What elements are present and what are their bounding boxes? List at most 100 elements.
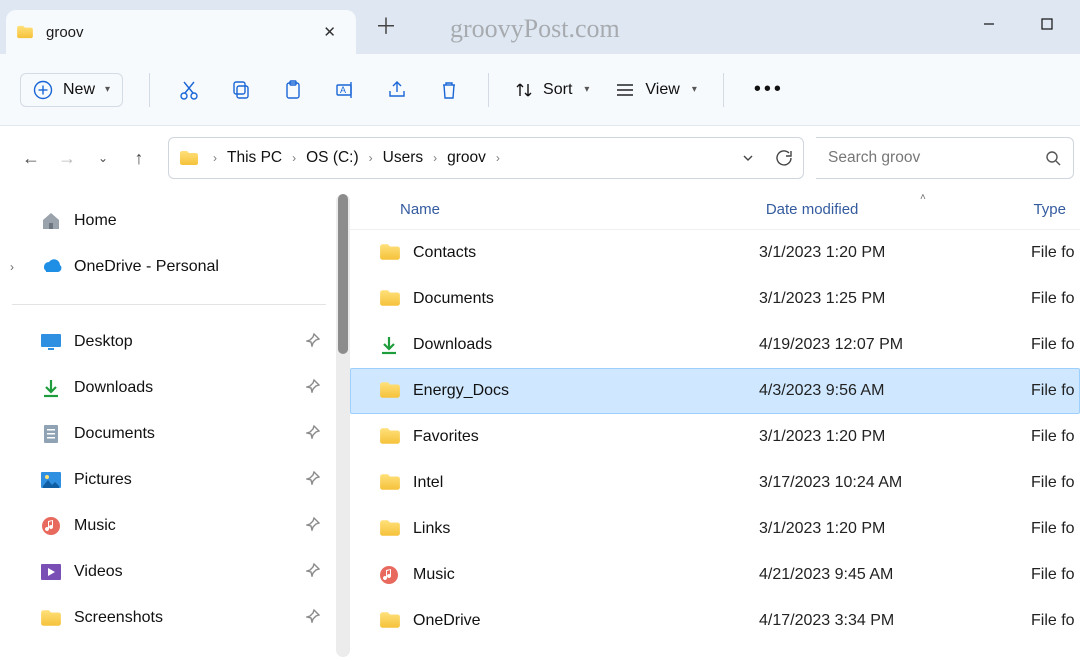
chevron-down-icon[interactable] [741, 151, 755, 165]
folder-icon [379, 381, 401, 401]
sidebar-item-screenshots[interactable]: Screenshots [0, 595, 350, 641]
share-button[interactable] [374, 67, 420, 113]
file-list: ˄ Name Date modified Type Contacts3/1/20… [350, 190, 1080, 661]
crumb-sep: › [365, 151, 377, 165]
breadcrumb-groov[interactable]: groov [441, 145, 492, 170]
crumb-sep: › [492, 151, 504, 165]
pin-icon [306, 333, 320, 352]
folder-icon [379, 289, 401, 309]
folder-icon [16, 25, 34, 39]
nav-back-button[interactable]: ← [14, 141, 48, 175]
sidebar-item-pictures[interactable]: Pictures [0, 457, 350, 503]
file-type: File fo [1031, 520, 1079, 538]
crumb-sep: › [288, 151, 300, 165]
nav-recent-button[interactable]: ⌄ [86, 141, 120, 175]
search-input[interactable] [828, 149, 1038, 167]
paste-button[interactable] [270, 67, 316, 113]
sidebar-item-label: Downloads [74, 379, 153, 397]
file-row[interactable]: Documents3/1/2023 1:25 PMFile fo [350, 276, 1080, 322]
file-date: 3/17/2023 10:24 AM [759, 474, 1031, 492]
documents-icon [40, 423, 62, 445]
column-date[interactable]: Date modified [752, 201, 1020, 218]
file-row[interactable]: Music4/21/2023 9:45 AMFile fo [350, 552, 1080, 598]
sidebar-item-label: OneDrive - Personal [74, 258, 219, 276]
file-row[interactable]: Energy_Docs4/3/2023 9:56 AMFile fo [350, 368, 1080, 414]
cut-button[interactable] [166, 67, 212, 113]
sidebar-item-label: Home [74, 212, 117, 230]
view-icon [615, 82, 635, 98]
file-row[interactable]: Contacts3/1/2023 1:20 PMFile fo [350, 230, 1080, 276]
pin-icon [306, 471, 320, 490]
pin-icon [306, 425, 320, 444]
file-row[interactable]: OneDrive4/17/2023 3:34 PMFile fo [350, 598, 1080, 644]
sidebar-item-onedrive-personal[interactable]: › OneDrive - Personal [0, 244, 350, 290]
file-date: 4/17/2023 3:34 PM [759, 612, 1031, 630]
nav-up-button[interactable]: ↑ [122, 141, 156, 175]
toolbar: New ▾ A Sort ▾ View ▾ ••• [0, 54, 1080, 126]
nav-forward-button[interactable]: → [50, 141, 84, 175]
downloads-icon [379, 335, 401, 355]
music-icon [40, 515, 62, 537]
window-controls [960, 4, 1076, 44]
file-row[interactable]: Intel3/17/2023 10:24 AMFile fo [350, 460, 1080, 506]
sidebar-item-music[interactable]: Music [0, 503, 350, 549]
file-row[interactable]: Downloads4/19/2023 12:07 PMFile fo [350, 322, 1080, 368]
column-name[interactable]: Name [350, 201, 752, 218]
sort-button[interactable]: Sort ▾ [505, 75, 599, 105]
chevron-right-icon: › [10, 260, 14, 274]
file-type: File fo [1031, 612, 1079, 630]
pin-icon [306, 517, 320, 536]
file-name: Intel [413, 474, 759, 492]
sidebar-item-downloads[interactable]: Downloads [0, 365, 350, 411]
file-name: Energy_Docs [413, 382, 759, 400]
sidebar-item-home[interactable]: Home [0, 198, 350, 244]
delete-button[interactable] [426, 67, 472, 113]
sidebar-item-label: Screenshots [74, 609, 163, 627]
scrollbar-thumb[interactable] [338, 194, 348, 354]
folder-icon [379, 473, 401, 493]
breadcrumb-os-c-[interactable]: OS (C:) [300, 145, 365, 170]
maximize-button[interactable] [1018, 4, 1076, 44]
search-box[interactable] [816, 137, 1074, 179]
tab-active[interactable]: groov ✕ [6, 10, 356, 54]
sort-label: Sort [543, 81, 572, 99]
file-name: Links [413, 520, 759, 538]
pin-icon [306, 563, 320, 582]
rename-button[interactable]: A [322, 67, 368, 113]
divider [488, 73, 489, 107]
onedrive-icon [40, 256, 62, 278]
file-row[interactable]: Favorites3/1/2023 1:20 PMFile fo [350, 414, 1080, 460]
tab-title: groov [46, 24, 317, 41]
file-type: File fo [1031, 382, 1079, 400]
file-row[interactable]: Links3/1/2023 1:20 PMFile fo [350, 506, 1080, 552]
breadcrumb-users[interactable]: Users [377, 145, 429, 170]
sidebar-item-documents[interactable]: Documents [0, 411, 350, 457]
column-type[interactable]: Type [1019, 201, 1080, 218]
view-button[interactable]: View ▾ [605, 75, 706, 105]
pin-icon [306, 379, 320, 398]
refresh-button[interactable] [775, 149, 793, 167]
videos-icon [40, 561, 62, 583]
sidebar-scrollbar[interactable] [336, 194, 350, 657]
minimize-button[interactable] [960, 4, 1018, 44]
folder-icon [379, 243, 401, 263]
file-type: File fo [1031, 474, 1079, 492]
chevron-down-icon: ▾ [584, 84, 589, 95]
new-tab-button[interactable]: ＋ [364, 9, 408, 41]
file-date: 3/1/2023 1:20 PM [759, 428, 1031, 446]
file-date: 4/3/2023 9:56 AM [759, 382, 1031, 400]
more-button[interactable]: ••• [740, 72, 798, 107]
sidebar-item-desktop[interactable]: Desktop [0, 319, 350, 365]
copy-button[interactable] [218, 67, 264, 113]
file-type: File fo [1031, 244, 1079, 262]
address-bar[interactable]: › This PC›OS (C:)›Users›groov› [168, 137, 804, 179]
new-button[interactable]: New ▾ [20, 73, 123, 107]
file-name: OneDrive [413, 612, 759, 630]
sidebar-item-videos[interactable]: Videos [0, 549, 350, 595]
file-name: Downloads [413, 336, 759, 354]
tab-close-button[interactable]: ✕ [317, 21, 342, 43]
file-date: 3/1/2023 1:25 PM [759, 290, 1031, 308]
file-type: File fo [1031, 336, 1079, 354]
breadcrumb-this-pc[interactable]: This PC [221, 145, 288, 170]
view-label: View [645, 81, 679, 99]
